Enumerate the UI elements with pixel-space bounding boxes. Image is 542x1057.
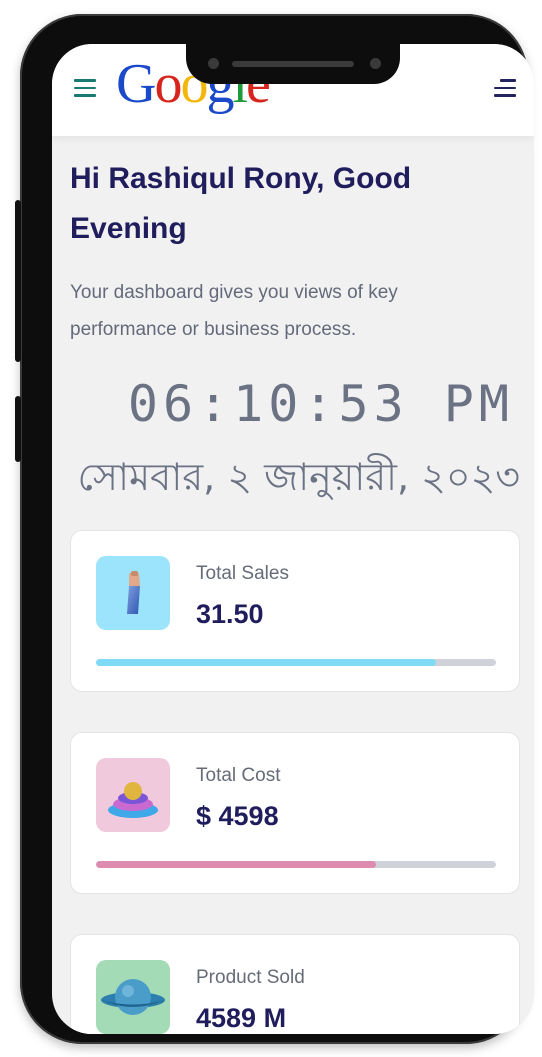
stacked-rings-icon	[96, 758, 170, 832]
card-value: 4589 M	[196, 1003, 287, 1033]
card-value: 31.50	[196, 599, 264, 629]
card-value: $ 4598	[196, 801, 279, 831]
card-label: Total Cost	[196, 765, 281, 786]
phone-frame: Google Hi Rashiqul Rony, Good Evening Yo…	[15, 14, 534, 1044]
planet-icon	[96, 960, 170, 1034]
stat-card-total-cost[interactable]: Total Cost $ 4598	[70, 732, 520, 894]
logo-letter: o	[154, 53, 182, 115]
logo-letter: G	[116, 53, 156, 115]
stat-card-total-sales[interactable]: Total Sales 31.50	[70, 530, 520, 692]
current-date: সোমবার, ২ জানুয়ারী, ২০২৩	[77, 455, 520, 499]
hand-icon	[96, 556, 170, 630]
progress-fill	[96, 861, 376, 868]
progress-bar	[96, 659, 496, 666]
greeting-title: Hi Rashiqul Rony, Good Evening	[70, 162, 412, 245]
screen: Google Hi Rashiqul Rony, Good Evening Yo…	[52, 44, 534, 1034]
hamburger-icon[interactable]	[74, 79, 96, 97]
dashboard-description: Your dashboard gives you views of key pe…	[70, 282, 398, 340]
menu-lines-icon[interactable]	[494, 79, 516, 97]
stat-card-product-sold[interactable]: Product Sold 4589 M	[70, 934, 520, 1034]
power-button	[15, 396, 21, 462]
camera-notch	[186, 34, 400, 84]
digital-clock: 06:10:53 PM	[127, 375, 514, 433]
card-label: Product Sold	[196, 967, 305, 988]
progress-bar	[96, 861, 496, 868]
card-label: Total Sales	[196, 563, 289, 584]
progress-fill	[96, 659, 436, 666]
volume-button	[15, 200, 21, 362]
